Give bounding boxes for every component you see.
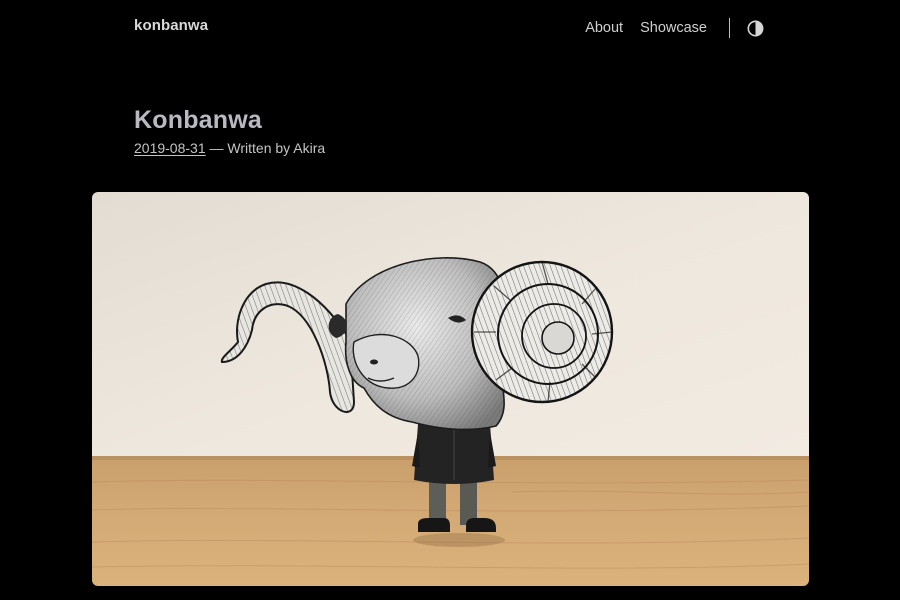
post-meta: 2019-08-31 — Written by Akira xyxy=(134,140,325,156)
post-date-link[interactable]: 2019-08-31 xyxy=(134,140,206,156)
post-byline: — Written by Akira xyxy=(205,140,326,156)
main-nav: About Showcase xyxy=(585,17,764,39)
cover-image xyxy=(92,192,809,586)
half-circle-contrast-icon xyxy=(747,20,763,36)
post-title: Konbanwa xyxy=(134,106,262,134)
theme-toggle-button[interactable] xyxy=(746,19,764,37)
nav-link-showcase[interactable]: Showcase xyxy=(640,17,707,39)
nav-divider xyxy=(729,18,730,38)
cover-photo xyxy=(92,192,809,586)
nav-link-about[interactable]: About xyxy=(585,17,623,39)
site-title-link[interactable]: konbanwa xyxy=(134,17,208,34)
page: konbanwa About Showcase Konbanwa 2019-08… xyxy=(0,0,900,600)
